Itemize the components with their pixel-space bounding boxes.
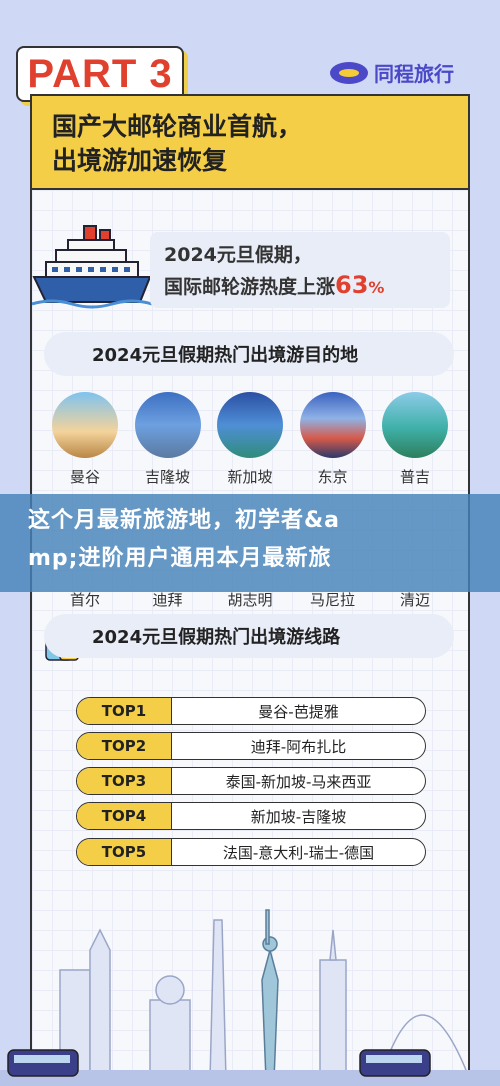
page-title-line1: 国产大邮轮商业首航， [52,112,303,141]
destination-label: 迪拜 [152,591,183,609]
route-row: TOP5 法国-意大利-瑞士-德国 [76,838,426,866]
destination-image [299,392,366,458]
destination-label: 普吉 [399,468,430,486]
route-rank: TOP3 [77,768,172,794]
destination-label: 东京 [317,468,348,486]
stat-percent-sign: % [368,278,385,297]
route-name: 迪拜-阿布扎比 [250,737,347,756]
destination-tokyo: 东京 [298,392,368,487]
stat-line2: 国际邮轮游热度上涨63% [164,270,436,303]
destination-image [382,392,448,458]
route-name: 泰国-新加坡-马来西亚 [225,772,372,791]
brand-logo: 同程旅行 [330,58,454,87]
destination-image [52,392,118,458]
route-rank: TOP1 [77,698,172,724]
destination-label: 首尔 [69,591,100,609]
cruise-stat-box: 2024元旦假期， 国际邮轮游热度上涨63% [150,232,450,308]
destination-image [217,392,283,458]
stat-line2-text: 国际邮轮游热度上涨 [164,276,336,298]
route-row: TOP4 新加坡-吉隆坡 [76,802,426,830]
route-rank: TOP4 [77,803,172,829]
bus-left-icon [7,1049,79,1077]
destinations-row-2-labels: 首尔 迪拜 胡志明 马尼拉 清迈 [50,589,450,610]
landmark-skyline-illustration [0,909,500,1086]
bus-right-icon [359,1049,431,1077]
cruise-ship-icon [32,225,153,309]
destinations-row-1: 曼谷 吉隆坡 新加坡 东京 普吉 [50,392,450,487]
route-row: TOP3 泰国-新加坡-马来西亚 [76,767,426,795]
overlay-banner[interactable]: 这个月最新旅游地，初学者&a mp;进阶用户通用本月最新旅 [0,494,500,592]
destinations-section-title: 2024元旦假期热门出境游目的地 [44,332,454,376]
route-rank: TOP2 [77,733,172,759]
destination-phuket: 普吉 [380,392,450,487]
route-name: 法国-意大利-瑞士-德国 [222,843,375,862]
brand-logo-icon [330,61,368,84]
banner-line1: 这个月最新旅游地，初学者&a [28,508,341,533]
title-block: 国产大邮轮商业首航， 出境游加速恢复 [30,94,470,190]
destination-label: 马尼拉 [309,591,355,609]
route-name: 曼谷-芭提雅 [258,702,339,721]
destination-label: 吉隆坡 [144,468,190,486]
route-row: TOP2 迪拜-阿布扎比 [76,732,426,760]
destination-image [134,392,201,458]
infographic-page: PART 3 同程旅行 国产大邮轮商业首航， 出境游加速恢复 2024元旦假期，… [0,0,500,1086]
destination-label: 曼谷 [69,468,100,486]
stat-line1: 2024元旦假期， [164,244,312,266]
route-row: TOP1 曼谷-芭提雅 [76,697,426,725]
destination-label: 胡志明 [227,591,273,609]
route-rank: TOP5 [77,839,172,865]
routes-section-title: 2024元旦假期热门出境游线路 [44,614,454,658]
banner-line2: mp;进阶用户通用本月最新旅 [28,546,332,571]
stat-percent-value: 63 [335,271,369,299]
destination-label: 清迈 [399,591,430,609]
brand-name: 同程旅行 [374,62,454,86]
page-title-line2: 出境游加速恢复 [52,146,228,175]
destination-label: 新加坡 [227,468,273,486]
route-name: 新加坡-吉隆坡 [250,807,347,826]
destination-kuala-lumpur: 吉隆坡 [133,392,203,487]
destination-singapore: 新加坡 [215,392,285,487]
destination-bangkok: 曼谷 [50,392,120,487]
